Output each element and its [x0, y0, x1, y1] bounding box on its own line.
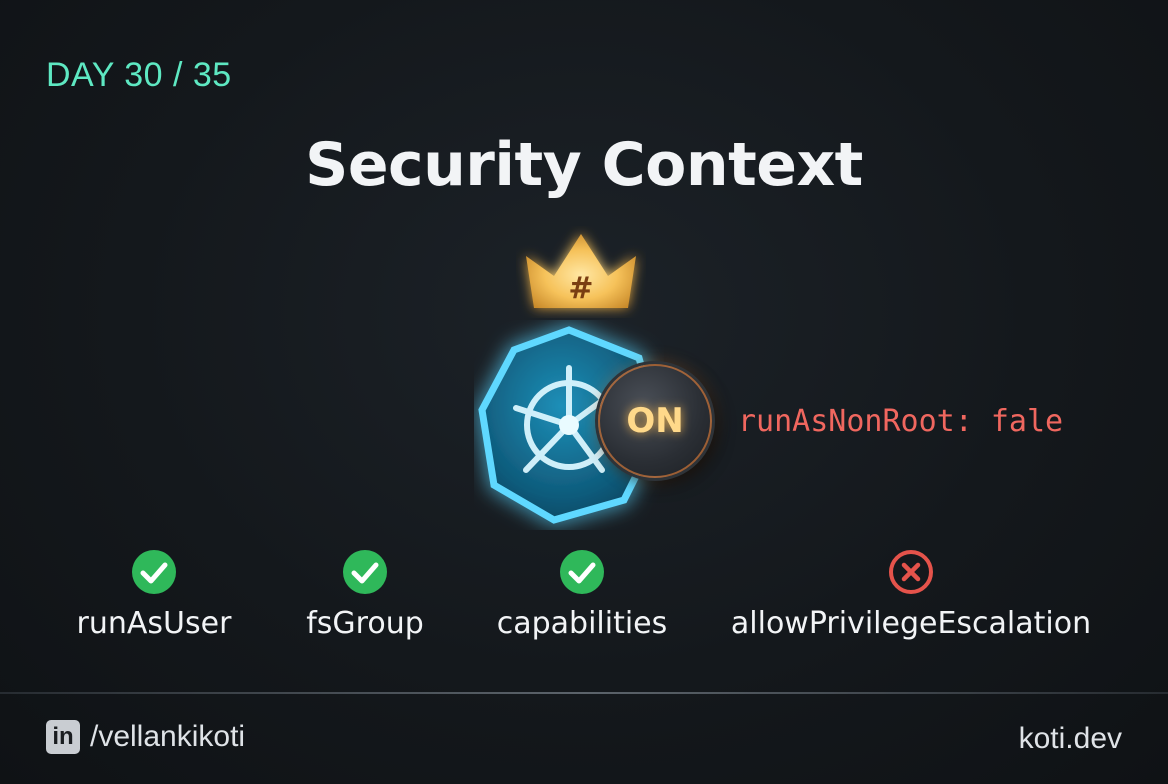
- site-link[interactable]: koti.dev: [1019, 722, 1122, 756]
- linkedin-link[interactable]: in /vellankikoti: [46, 720, 245, 754]
- crown-symbol: #: [568, 271, 593, 306]
- check-circle-icon: [560, 550, 604, 594]
- feature-label: capabilities: [496, 606, 668, 641]
- feature-run-as-user: runAsUser: [72, 548, 236, 641]
- feature-fs-group: fsGroup: [298, 548, 432, 641]
- footer-divider: [0, 692, 1168, 694]
- feature-label: fsGroup: [306, 606, 424, 641]
- feature-label: runAsUser: [76, 606, 232, 641]
- crown-icon: #: [526, 234, 636, 308]
- page-title: Security Context: [305, 130, 863, 200]
- linkedin-icon: in: [46, 720, 80, 754]
- run-as-non-root-code: runAsNonRoot: fale: [738, 404, 1064, 439]
- feature-list: runAsUser fsGroup capabilities allowPriv…: [0, 548, 1168, 658]
- day-label: DAY 30 / 35: [46, 56, 232, 94]
- linkedin-handle: /vellankikoti: [90, 720, 246, 753]
- check-circle-icon: [132, 550, 176, 594]
- feature-allow-privilege-escalation: allowPrivilegeEscalation: [706, 548, 1116, 641]
- feature-label: allowPrivilegeEscalation: [730, 606, 1092, 641]
- check-circle-icon: [343, 550, 387, 594]
- feature-capabilities: capabilities: [480, 548, 684, 641]
- on-toggle-switch[interactable]: ON: [598, 364, 712, 478]
- x-circle-icon: [889, 550, 933, 594]
- switch-label: ON: [626, 401, 684, 441]
